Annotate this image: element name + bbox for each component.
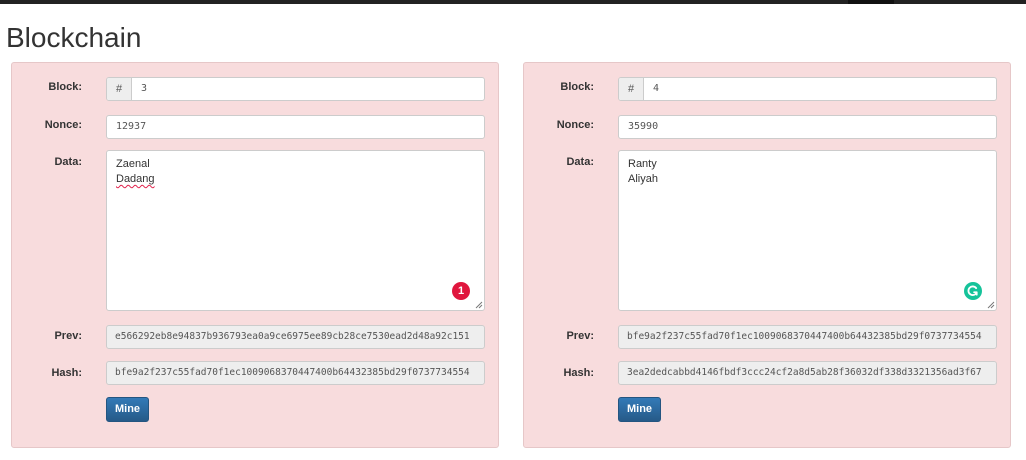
resize-grip-icon[interactable] xyxy=(475,301,483,309)
data-line: Dadang xyxy=(116,173,155,185)
data-line: Ranty xyxy=(628,158,657,170)
block-label: Block: xyxy=(560,81,594,93)
grammarly-g-icon xyxy=(967,285,978,296)
hash-field: bfe9a2f237c55fad70f1ec1009068370447400b6… xyxy=(106,361,485,385)
block-number-group: # 4 xyxy=(618,77,997,101)
data-textarea[interactable]: Ranty Aliyah xyxy=(618,150,997,311)
resize-grip-icon[interactable] xyxy=(987,301,995,309)
nonce-input[interactable]: 12937 xyxy=(106,115,485,139)
block-number-prefix: # xyxy=(107,78,132,100)
block-number-input[interactable]: 3 xyxy=(141,78,147,100)
data-line: Aliyah xyxy=(628,173,658,185)
nonce-label: Nonce: xyxy=(556,119,594,131)
hash-label: Hash: xyxy=(51,367,82,379)
top-bar-segment xyxy=(848,0,894,4)
prev-label: Prev: xyxy=(566,330,594,342)
data-label: Data: xyxy=(566,156,594,168)
prev-hash-field: e566292eb8e94837b936793ea0a9ce6975ee89cb… xyxy=(106,325,485,349)
data-label: Data: xyxy=(54,156,82,168)
nonce-input[interactable]: 35990 xyxy=(618,115,997,139)
nonce-label: Nonce: xyxy=(44,119,82,131)
prev-label: Prev: xyxy=(54,330,82,342)
prev-hash-field: bfe9a2f237c55fad70f1ec1009068370447400b6… xyxy=(618,325,997,349)
block-number-prefix: # xyxy=(619,78,644,100)
mine-button[interactable]: Mine xyxy=(618,397,661,422)
block-label: Block: xyxy=(48,81,82,93)
grammar-error-count-icon[interactable]: 1 xyxy=(452,282,470,300)
grammarly-icon[interactable] xyxy=(964,282,982,300)
hash-label: Hash: xyxy=(563,367,594,379)
block-number-group: # 3 xyxy=(106,77,485,101)
hash-field: 3ea2dedcabbd4146fbdf3ccc24cf2a8d5ab28f36… xyxy=(618,361,997,385)
data-textarea[interactable]: Zaenal Dadang 1 xyxy=(106,150,485,311)
mine-button[interactable]: Mine xyxy=(106,397,149,422)
data-line: Zaenal xyxy=(116,158,150,170)
block-panel: Block: # 3 Nonce: 12937 Data: Zaenal Dad… xyxy=(11,62,499,448)
page-title: Blockchain xyxy=(6,22,142,53)
block-panel: Block: # 4 Nonce: 35990 Data: Ranty Aliy… xyxy=(523,62,1011,448)
block-number-input[interactable]: 4 xyxy=(653,78,659,100)
browser-top-bar xyxy=(0,0,1026,4)
